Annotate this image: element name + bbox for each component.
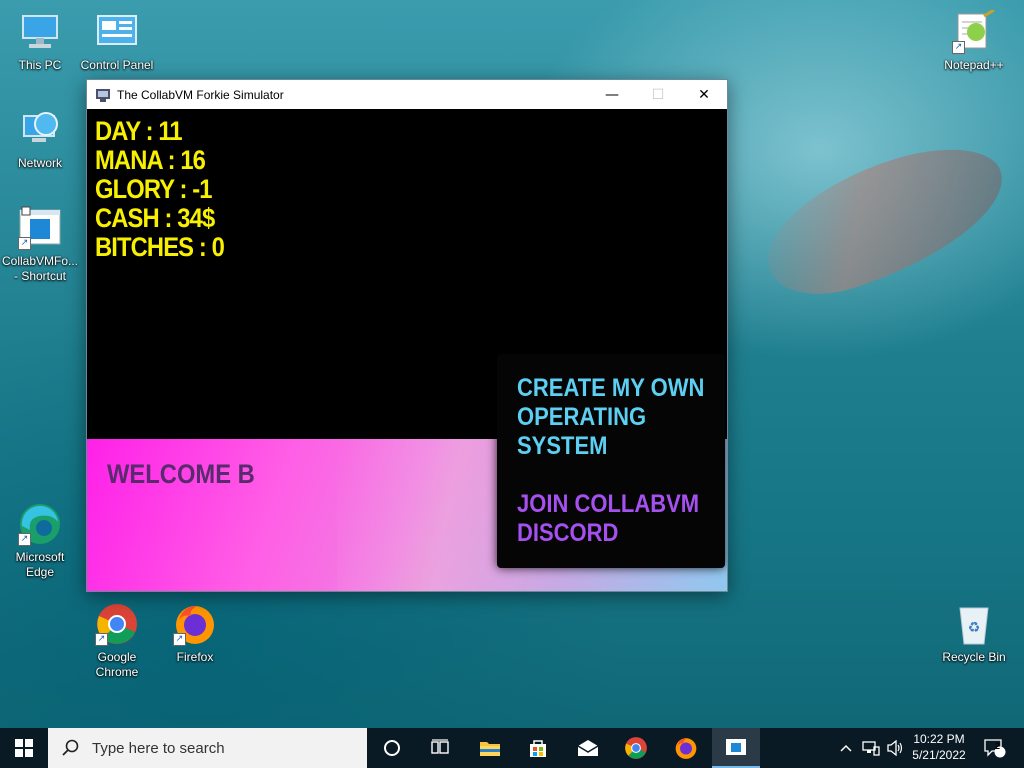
stat-mana: MANA : 16 <box>95 145 206 175</box>
taskbar-search-box[interactable] <box>48 728 367 768</box>
svg-text:♻: ♻ <box>968 620 981 636</box>
network-wired-icon <box>862 741 880 756</box>
shortcut-arrow-icon: ↗ <box>18 237 31 250</box>
minimize-button[interactable]: — <box>589 80 635 109</box>
create-os-label-line2: OPERATING <box>517 403 647 431</box>
create-os-label-line1: CREATE MY OWN <box>517 374 705 402</box>
stat-cash: CASH : 34$ <box>95 203 215 233</box>
search-input[interactable] <box>90 738 354 758</box>
cortana-circle-icon <box>384 740 400 756</box>
chrome-icon <box>625 737 647 759</box>
search-icon <box>62 739 79 756</box>
shortcut-arrow-icon: ↗ <box>18 533 31 546</box>
file-explorer-button[interactable] <box>466 728 514 768</box>
game-canvas: DAY : 11 MANA : 16 GLORY : -1 CASH : 34$… <box>87 109 727 591</box>
desktop-icon-label: Microsoft Edge <box>15 550 65 579</box>
mail-icon <box>577 740 599 756</box>
shortcut-arrow-icon: ↗ <box>952 41 965 54</box>
collabvm-app-icon: ↗ <box>18 206 62 250</box>
minimize-icon: — <box>605 86 619 103</box>
chrome-taskbar-button[interactable] <box>612 728 660 768</box>
speaker-icon <box>887 740 903 756</box>
clock-date: 5/21/2022 <box>912 748 966 762</box>
desktop-icon-label: CollabVMFo... - Shortcut <box>1 254 79 283</box>
desktop-icon-label: Firefox <box>176 650 214 664</box>
desktop-icon-notepadpp[interactable]: ↗ Notepad++ <box>934 8 1014 73</box>
desktop-icon-collabvm-shortcut[interactable]: ↗ CollabVMFo... - Shortcut <box>0 206 80 284</box>
mail-button[interactable] <box>564 728 612 768</box>
close-icon: ✕ <box>698 86 710 103</box>
desktop-icon-recycle-bin[interactable]: ♻ Recycle Bin <box>934 602 1014 665</box>
desktop-icon-label: Notepad++ <box>944 58 1004 72</box>
join-discord-button[interactable]: JOIN COLLABVM DISCORD <box>517 490 699 548</box>
desktop-icon-label: Network <box>17 156 62 170</box>
stat-bitches: BITCHES : 0 <box>95 232 225 262</box>
maximize-button: ☐ <box>635 80 681 109</box>
shortcut-arrow-icon: ↗ <box>95 633 108 646</box>
desktop-icon-this-pc[interactable]: This PC <box>0 10 80 73</box>
collabvm-app-icon <box>726 739 746 755</box>
desktop-icon-label: Recycle Bin <box>942 650 1006 664</box>
app-window: The CollabVM Forkie Simulator — ☐ ✕ DAY … <box>86 79 728 592</box>
stats-panel: DAY : 11 MANA : 16 GLORY : -1 CASH : 34$… <box>95 117 242 262</box>
network-tray-button[interactable] <box>860 728 882 768</box>
chevron-up-icon <box>840 744 852 752</box>
action-menu: CREATE MY OWN OPERATING SYSTEM JOIN COLL… <box>497 354 725 568</box>
stat-glory: GLORY : -1 <box>95 174 212 204</box>
control-panel-icon <box>95 10 139 54</box>
action-center-button[interactable]: 2 <box>980 728 1010 768</box>
edge-icon: ↗ <box>18 502 62 546</box>
volume-tray-button[interactable] <box>884 728 906 768</box>
chrome-icon: ↗ <box>95 602 139 646</box>
desktop-icon-firefox[interactable]: ↗ Firefox <box>155 602 235 665</box>
window-titlebar[interactable]: The CollabVM Forkie Simulator — ☐ ✕ <box>87 80 727 109</box>
task-view-icon <box>431 739 449 754</box>
close-button[interactable]: ✕ <box>681 80 727 109</box>
taskbar: 10:22 PM 5/21/2022 2 <box>0 728 1024 768</box>
create-os-label-line3: SYSTEM <box>517 432 608 460</box>
monitor-icon <box>18 10 62 54</box>
app-window-icon <box>95 87 111 103</box>
discord-label-line1: JOIN COLLABVM <box>517 490 700 518</box>
task-view-button[interactable] <box>416 728 464 768</box>
desktop-icon-label: This PC <box>18 58 62 72</box>
wallpaper-mermaid-tail <box>749 129 1021 311</box>
show-hidden-icons-button[interactable] <box>836 728 856 768</box>
stat-day: DAY : 11 <box>95 116 183 146</box>
network-globe-icon <box>18 108 62 152</box>
recycle-bin-icon: ♻ <box>952 602 996 646</box>
taskbar-clock[interactable]: 10:22 PM 5/21/2022 <box>904 731 974 763</box>
microsoft-store-icon <box>530 740 546 757</box>
shortcut-arrow-icon: ↗ <box>173 633 186 646</box>
clock-time: 10:22 PM <box>913 732 965 746</box>
discord-label-line2: DISCORD <box>517 519 619 547</box>
start-button[interactable] <box>0 728 48 768</box>
welcome-text: WELCOME B <box>107 459 255 489</box>
collabvm-taskbar-button[interactable] <box>712 728 760 768</box>
create-os-button[interactable]: CREATE MY OWN OPERATING SYSTEM <box>517 374 704 461</box>
firefox-taskbar-button[interactable] <box>662 728 710 768</box>
notepadpp-icon: ↗ <box>952 8 996 54</box>
firefox-icon: ↗ <box>173 602 217 646</box>
file-explorer-icon <box>480 742 500 756</box>
microsoft-store-button[interactable] <box>514 728 562 768</box>
firefox-icon <box>675 738 697 759</box>
desktop-icon-label: Control Panel <box>80 58 154 72</box>
desktop-icon-control-panel[interactable]: Control Panel <box>77 10 157 73</box>
desktop-icon-chrome[interactable]: ↗ Google Chrome <box>77 602 157 680</box>
cortana-button[interactable] <box>368 728 416 768</box>
maximize-icon: ☐ <box>651 86 665 103</box>
desktop-icon-network[interactable]: Network <box>0 108 80 171</box>
notification-count-badge: 2 <box>995 741 1001 751</box>
window-title: The CollabVM Forkie Simulator <box>117 87 284 102</box>
desktop-icon-label: Google Chrome <box>95 650 139 679</box>
windows-logo-icon <box>15 739 33 757</box>
desktop-icon-edge[interactable]: ↗ Microsoft Edge <box>0 502 80 580</box>
